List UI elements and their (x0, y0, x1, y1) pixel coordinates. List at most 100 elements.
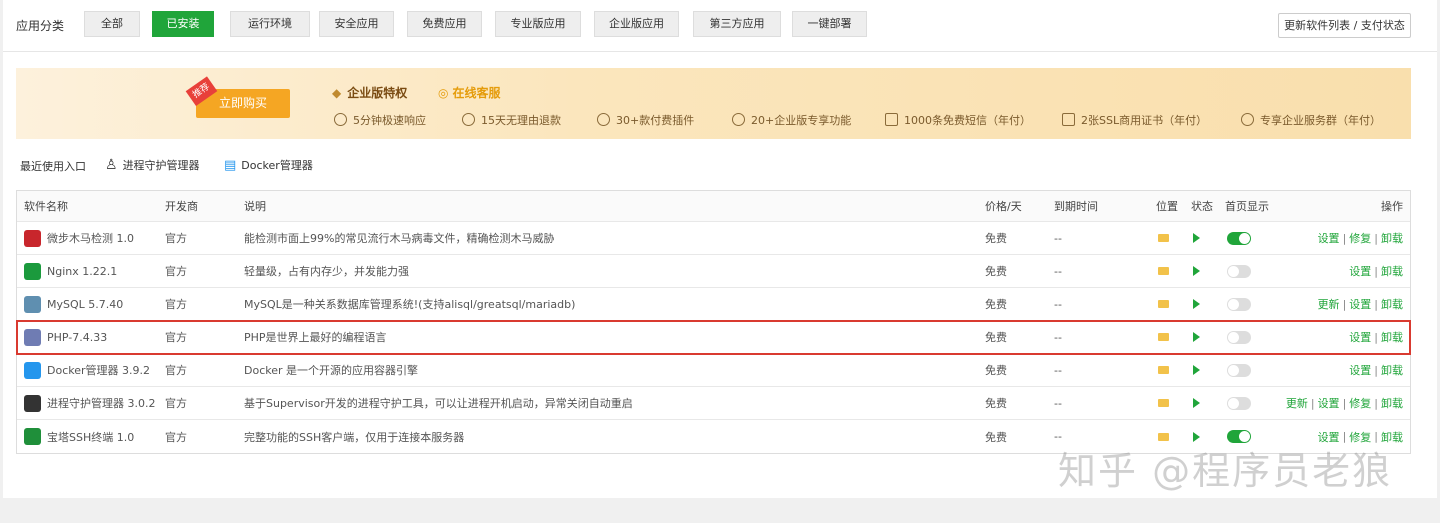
developer: 官方 (165, 298, 187, 311)
op-link[interactable]: 修复 (1349, 230, 1371, 246)
category-tab[interactable]: 全部 (84, 11, 140, 37)
op-link[interactable]: 卸载 (1381, 329, 1403, 345)
category-bar: 应用分类 全部 已安装 运行环境 安全应用 免费应用 专业版应用 企业版应用 第三方应用 一键部… (3, 0, 1437, 52)
op-link[interactable]: 设置 (1349, 296, 1371, 312)
operations: 设置 | 卸载 (1349, 362, 1403, 378)
op-link[interactable]: 设置 (1349, 362, 1371, 378)
play-icon[interactable] (1193, 354, 1200, 386)
operations: 更新 | 设置 | 修复 | 卸载 (1285, 395, 1403, 411)
op-link[interactable]: 卸载 (1381, 395, 1403, 411)
category-tab[interactable]: 免费应用 (407, 11, 482, 37)
weibu-shield-icon (24, 229, 41, 247)
table-row: Docker管理器 3.9.2 官方 Docker 是一个开源的应用容器引擎 免… (17, 354, 1410, 387)
headset-icon: ◎ (438, 86, 449, 100)
watermark: 知乎 @程序员老狼 (1058, 449, 1393, 493)
update-software-list-button[interactable]: 更新软件列表 / 支付状态 (1278, 13, 1411, 38)
expire-time: -- (1054, 297, 1062, 311)
home-display-toggle[interactable] (1227, 255, 1251, 287)
expire-time: -- (1054, 363, 1062, 377)
play-icon[interactable] (1193, 222, 1200, 254)
table-row: PHP-7.4.33 官方 PHP是世界上最好的编程语言 免费 -- 设置 | 卸载 (16, 320, 1411, 355)
online-service-link[interactable]: ◎ 在线客服 (438, 84, 501, 101)
op-link[interactable]: 卸载 (1381, 230, 1403, 246)
software-name[interactable]: 微步木马检测 1.0 (24, 222, 134, 254)
op-link[interactable]: 卸载 (1381, 362, 1403, 378)
operations: 设置 | 修复 | 卸载 (1317, 230, 1403, 246)
description: PHP是世界上最好的编程语言 (244, 331, 387, 344)
description: 能检测市面上99%的常见流行木马病毒文件，精确检测木马威胁 (244, 232, 555, 245)
expire-time: -- (1054, 330, 1062, 344)
software-name[interactable]: 进程守护管理器 3.0.2 (24, 387, 156, 419)
developer: 官方 (165, 364, 187, 377)
category-tab[interactable]: 企业版应用 (594, 11, 679, 37)
col-ops: 操作 (1381, 200, 1403, 213)
expire-time: -- (1054, 396, 1062, 410)
penguin-icon: ♙ (105, 157, 118, 173)
play-icon[interactable] (1193, 255, 1200, 287)
op-link[interactable]: 更新 (1286, 395, 1308, 411)
enterprise-privilege-title: ◆ 企业版特权 (332, 86, 408, 100)
table-row: 微步木马检测 1.0 官方 能检测市面上99%的常见流行木马病毒文件，精确检测木… (17, 222, 1410, 255)
folder-icon[interactable] (1158, 321, 1169, 353)
description: 轻量级，占有内存少，并发能力强 (244, 265, 409, 278)
price: 免费 (985, 265, 1007, 278)
description: Docker 是一个开源的应用容器引擎 (244, 364, 419, 377)
category-tab[interactable]: 第三方应用 (693, 11, 781, 37)
op-link[interactable]: 设置 (1349, 329, 1371, 345)
category-tab[interactable]: 专业版应用 (495, 11, 581, 37)
software-name-text: 宝塔SSH终端 1.0 (47, 430, 135, 444)
folder-icon[interactable] (1158, 354, 1169, 386)
software-name-text: PHP-7.4.33 (47, 330, 108, 344)
op-link[interactable]: 卸载 (1381, 296, 1403, 312)
app-store-panel: 应用分类 全部 已安装 运行环境 安全应用 免费应用 专业版应用 企业版应用 第三方应用 一键部… (3, 0, 1437, 498)
software-name[interactable]: Docker管理器 3.9.2 (24, 354, 150, 386)
op-link[interactable]: 设置 (1349, 263, 1371, 279)
table-row: 进程守护管理器 3.0.2 官方 基于Supervisor开发的进程守护工具，可… (17, 387, 1410, 420)
docker-icon (24, 361, 41, 379)
home-display-toggle[interactable] (1227, 288, 1251, 320)
category-tab[interactable]: 一键部署 (792, 11, 867, 37)
op-link[interactable]: 卸载 (1381, 263, 1403, 279)
op-link[interactable]: 修复 (1349, 395, 1371, 411)
home-display-toggle[interactable] (1227, 387, 1251, 419)
recent-entry-label: 最近使用入口 (20, 160, 86, 173)
software-name[interactable]: 宝塔SSH终端 1.0 (24, 420, 134, 453)
operations: 设置 | 卸载 (1349, 263, 1403, 279)
operations: 设置 | 卸载 (1349, 329, 1403, 345)
category-tab[interactable]: 运行环境 (230, 11, 310, 37)
home-display-toggle[interactable] (1227, 222, 1251, 254)
category-tab[interactable]: 安全应用 (319, 11, 394, 37)
category-label: 应用分类 (16, 19, 65, 33)
home-display-toggle[interactable] (1227, 321, 1251, 353)
feature-exclusive: 20+企业版专享功能 (732, 112, 851, 128)
developer: 官方 (165, 232, 187, 245)
software-name[interactable]: MySQL 5.7.40 (24, 288, 123, 320)
price: 免费 (985, 232, 1007, 245)
software-name-text: Docker管理器 3.9.2 (47, 364, 151, 377)
op-link[interactable]: 设置 (1318, 395, 1340, 411)
op-link[interactable]: 更新 (1318, 296, 1340, 312)
play-icon[interactable] (1193, 288, 1200, 320)
category-tab[interactable]: 已安装 (152, 11, 214, 37)
folder-icon[interactable] (1158, 288, 1169, 320)
folder-icon[interactable] (1158, 222, 1169, 254)
operations: 更新 | 设置 | 卸载 (1317, 296, 1403, 312)
software-name[interactable]: PHP-7.4.33 (24, 321, 107, 353)
op-link[interactable]: 设置 (1318, 230, 1340, 246)
refund-icon (462, 113, 475, 126)
play-icon[interactable] (1193, 321, 1200, 353)
software-name[interactable]: Nginx 1.22.1 (24, 255, 117, 287)
feature-service-group: 专享企业服务群（年付） (1241, 112, 1381, 128)
nginx-icon (24, 262, 41, 280)
mail-icon (885, 113, 898, 126)
folder-icon[interactable] (1158, 387, 1169, 419)
folder-icon[interactable] (1158, 255, 1169, 287)
software-table: 软件名称 开发商 说明 价格/天 到期时间 位置 状态 首页显示 操作 微步木马… (16, 190, 1411, 454)
feature-refund: 15天无理由退款 (462, 112, 561, 128)
play-icon[interactable] (1193, 387, 1200, 419)
home-display-toggle[interactable] (1227, 354, 1251, 386)
software-name-text: 进程守护管理器 3.0.2 (47, 397, 156, 410)
recent-item-docker[interactable]: ▤ Docker管理器 (224, 157, 313, 173)
col-desc: 说明 (244, 200, 266, 213)
recent-item-supervisor[interactable]: ♙ 进程守护管理器 (105, 157, 200, 173)
